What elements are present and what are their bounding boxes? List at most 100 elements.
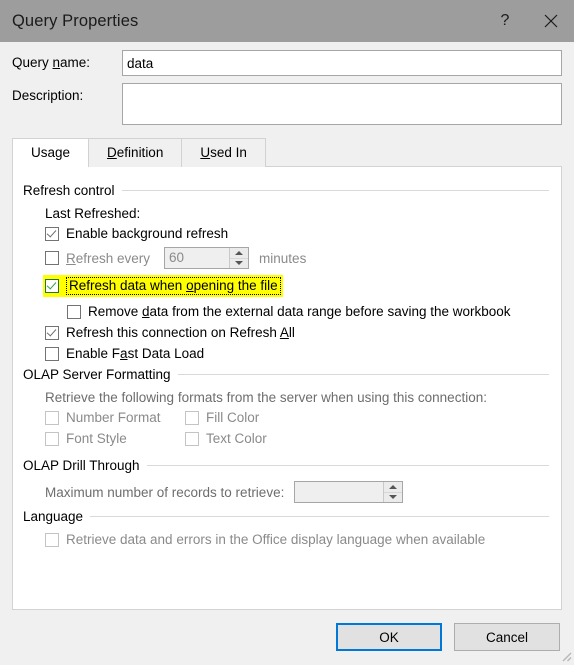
olap-server-formatting-group-header: OLAP Server Formatting (23, 367, 549, 382)
refresh-every-row[interactable]: Refresh every minutes (45, 247, 549, 269)
olap-format-options-row-1: Number Format Fill Color (45, 410, 549, 431)
fast-data-load-label-post: st Data Load (127, 346, 205, 361)
remove-data-label: Remove data from the external data range… (88, 304, 511, 319)
refresh-control-group-label: Refresh control (23, 183, 115, 198)
language-body: Retrieve data and errors in the Office d… (23, 532, 549, 547)
title-bar-buttons: ? (482, 0, 574, 42)
query-properties-dialog: Query Properties ? Query name: Descripti… (0, 0, 574, 664)
query-name-label-accel: n (52, 55, 61, 70)
group-divider-line (177, 374, 549, 375)
query-name-label-pre: Query (12, 55, 53, 70)
refresh-all-label: Refresh this connection on Refresh All (66, 325, 295, 340)
tab-definition[interactable]: Definition (88, 138, 183, 167)
tab-definition-label-post: efinition (116, 145, 164, 160)
olap-font-style-row: Font Style (45, 431, 185, 446)
cancel-button[interactable]: Cancel (454, 623, 560, 651)
refresh-on-open-label-pre: Refresh data when (69, 278, 187, 293)
olap-fill-color-label: Fill Color (206, 410, 260, 425)
help-icon[interactable]: ? (482, 0, 528, 42)
tab-used-in-accel: U (200, 145, 211, 160)
fast-data-load-label: Enable Fast Data Load (66, 346, 204, 361)
tab-usage-accel: g (55, 145, 63, 160)
enable-background-refresh-row[interactable]: Enable background refresh (45, 226, 549, 241)
query-name-row: Query name: (12, 50, 562, 76)
refresh-control-group: Refresh control Last Refreshed: Enable b… (23, 183, 549, 361)
remove-data-label-post: ata from the external data range before … (149, 304, 511, 319)
olap-text-color-checkbox (185, 431, 199, 446)
olap-number-format-label: Number Format (66, 410, 161, 425)
tab-usage-label-post: e (62, 145, 71, 160)
fast-data-load-accel: a (120, 346, 128, 361)
close-icon[interactable] (528, 0, 574, 42)
olap-drill-through-body: Maximum number of records to retrieve: (23, 481, 549, 503)
olap-number-format-row: Number Format (45, 410, 185, 425)
retrieve-office-language-checkbox (45, 532, 59, 547)
tab-used-in-label-post: sed In (210, 145, 247, 160)
fast-data-load-label-pre: Enable F (66, 346, 121, 361)
remove-data-label-pre: Remove (88, 304, 143, 319)
olap-text-color-row: Text Color (185, 431, 267, 446)
olap-fill-color-row: Fill Color (185, 410, 259, 425)
olap-number-format-checkbox (45, 410, 59, 425)
language-group-label: Language (23, 509, 84, 524)
refresh-on-open-highlight: Refresh data when opening the file (43, 275, 283, 297)
retrieve-office-language-label: Retrieve data and errors in the Office d… (66, 532, 486, 547)
spinner-down-icon[interactable] (230, 257, 249, 268)
tab-used-in[interactable]: Used In (181, 138, 266, 167)
remove-data-accel: d (142, 304, 150, 319)
retrieve-office-language-row: Retrieve data and errors in the Office d… (45, 532, 549, 547)
language-group: Language Retrieve data and errors in the… (23, 509, 549, 547)
tab-definition-accel: D (107, 145, 117, 160)
max-records-label: Maximum number of records to retrieve: (45, 484, 285, 500)
query-name-label-post: ame: (60, 55, 91, 70)
resize-grip[interactable] (558, 648, 572, 662)
query-name-label: Query name: (12, 50, 122, 76)
olap-format-options-row-2: Font Style Text Color (45, 431, 549, 452)
group-divider-line (146, 465, 549, 466)
max-records-stepper (294, 481, 404, 503)
tab-usage[interactable]: Usage (12, 138, 90, 167)
refresh-all-label-post: ll (288, 325, 295, 340)
olap-server-formatting-body: Retrieve the following formats from the … (23, 390, 549, 452)
remove-data-row[interactable]: Remove data from the external data range… (45, 304, 549, 319)
tab-usage-label-pre: Usa (31, 145, 56, 160)
refresh-on-open-row[interactable]: Refresh data when opening the file (43, 275, 549, 297)
description-input[interactable] (122, 83, 562, 125)
refresh-every-label-post: efresh every (75, 250, 151, 266)
description-label: Description: (12, 88, 84, 103)
refresh-all-row[interactable]: Refresh this connection on Refresh All (45, 325, 549, 340)
refresh-interval-input[interactable] (165, 248, 230, 268)
refresh-on-open-checkbox[interactable] (45, 279, 59, 293)
refresh-all-checkbox[interactable] (45, 325, 59, 340)
enable-background-refresh-checkbox[interactable] (45, 226, 59, 241)
spinner-up-icon (384, 482, 403, 492)
olap-server-formatting-group-label: OLAP Server Formatting (23, 367, 171, 382)
group-divider-line (121, 190, 549, 191)
dialog-footer: OK Cancel (0, 610, 574, 664)
olap-text-color-label: Text Color (206, 431, 267, 446)
max-records-input (295, 482, 384, 502)
olap-drill-through-group-header: OLAP Drill Through (23, 458, 549, 473)
remove-data-checkbox[interactable] (67, 304, 81, 319)
refresh-all-accel: A (279, 325, 289, 340)
enable-background-refresh-label: Enable background refresh (66, 226, 229, 241)
fast-data-load-row[interactable]: Enable Fast Data Load (45, 346, 549, 361)
refresh-every-checkbox[interactable] (45, 251, 59, 265)
spinner-down-icon (384, 491, 403, 502)
olap-formats-description: Retrieve the following formats from the … (45, 390, 487, 405)
refresh-every-label: Refresh every (66, 251, 150, 266)
max-records-spin-buttons (383, 482, 403, 502)
title-bar: Query Properties ? (0, 0, 574, 42)
refresh-on-open-label-post: pening the file (193, 278, 278, 293)
spinner-up-icon[interactable] (230, 248, 249, 258)
refresh-interval-stepper[interactable] (164, 247, 250, 269)
ok-button[interactable]: OK (336, 623, 442, 651)
max-records-row: Maximum number of records to retrieve: (45, 481, 549, 503)
query-name-input[interactable] (122, 50, 562, 76)
olap-font-style-label: Font Style (66, 431, 127, 446)
refresh-all-label-pre: Refresh this connection on Refresh (66, 325, 280, 340)
header-fields: Query name: Description: (0, 42, 574, 138)
last-refreshed-label: Last Refreshed: (45, 206, 141, 221)
olap-server-formatting-group: OLAP Server Formatting Retrieve the foll… (23, 367, 549, 452)
fast-data-load-checkbox[interactable] (45, 346, 59, 361)
